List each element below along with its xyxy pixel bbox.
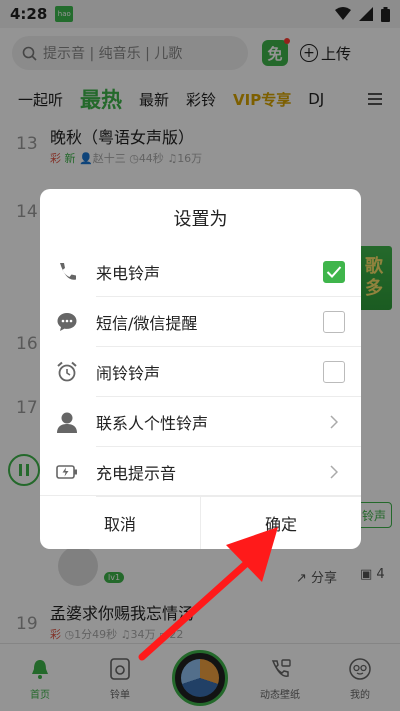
chevron-right-icon bbox=[323, 465, 345, 479]
checkbox-checked[interactable] bbox=[323, 261, 345, 283]
option-contact-custom-ringtone[interactable]: 联系人个性铃声 bbox=[40, 397, 361, 447]
phone-icon bbox=[55, 260, 79, 284]
checkbox-unchecked[interactable] bbox=[323, 311, 345, 333]
contact-icon bbox=[55, 410, 79, 434]
option-incoming-call-ringtone[interactable]: 来电铃声 bbox=[40, 247, 361, 297]
option-label: 充电提示音 bbox=[96, 464, 177, 483]
alarm-clock-icon bbox=[55, 360, 79, 384]
option-label: 联系人个性铃声 bbox=[96, 414, 209, 433]
option-label: 短信/微信提醒 bbox=[96, 314, 198, 333]
dialog-title: 设置为 bbox=[173, 209, 228, 230]
confirm-button[interactable]: 确定 bbox=[200, 496, 361, 549]
chevron-right-icon bbox=[323, 415, 345, 429]
dialog-buttons: 取消 确定 bbox=[40, 495, 361, 549]
option-label: 来电铃声 bbox=[96, 264, 161, 283]
option-label: 闹铃铃声 bbox=[96, 364, 161, 383]
checkbox-unchecked[interactable] bbox=[323, 361, 345, 383]
option-sms-wechat-alert[interactable]: 短信/微信提醒 bbox=[40, 297, 361, 347]
battery-charging-icon bbox=[55, 460, 79, 484]
option-charging-sound[interactable]: 充电提示音 bbox=[40, 447, 361, 497]
set-as-dialog: 设置为 来电铃声 短信/微信提醒 闹铃铃声 联系人个性铃声 充电提示音 取消 确… bbox=[40, 189, 361, 549]
cancel-button[interactable]: 取消 bbox=[40, 496, 200, 549]
message-icon bbox=[55, 310, 79, 334]
option-alarm-ringtone[interactable]: 闹铃铃声 bbox=[40, 347, 361, 397]
